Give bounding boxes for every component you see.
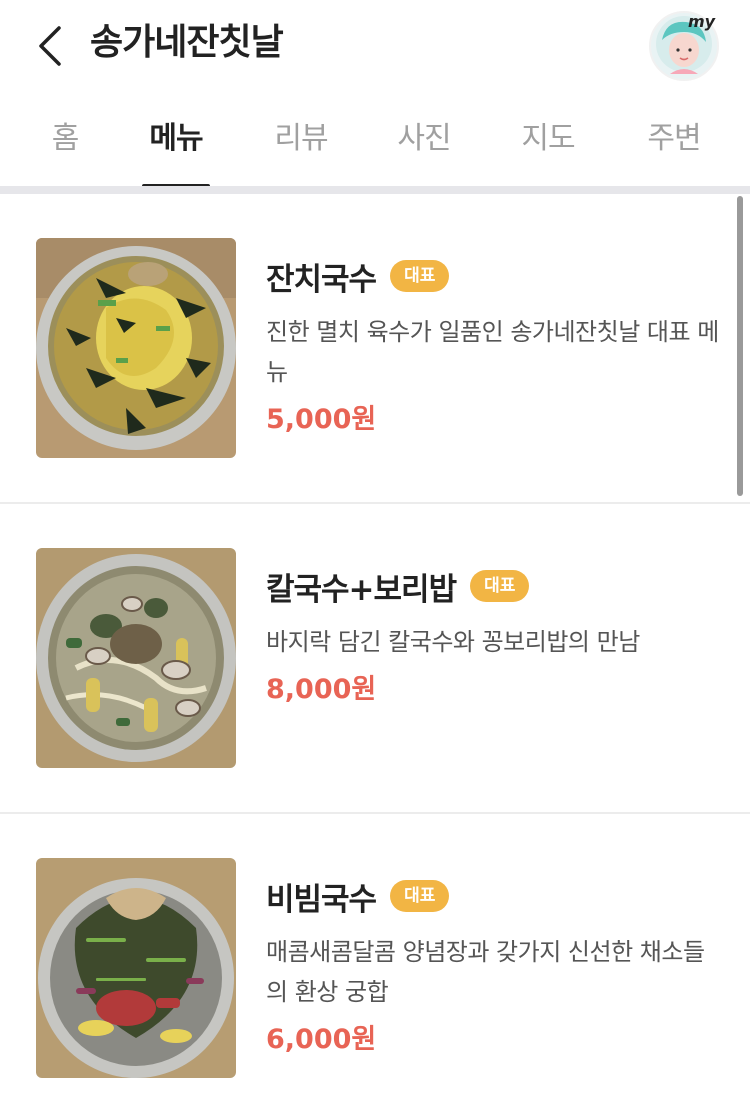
scrollbar[interactable] <box>737 196 743 496</box>
tab-photos[interactable]: 사진 <box>380 100 468 188</box>
menu-description: 바지락 담긴 칼국수와 꽁보리밥의 만남 <box>266 628 640 656</box>
menu-item[interactable]: 비빔국수 대표 매콤새콤달콤 양념장과 갖가지 신선한 채소들의 환상 궁합 6… <box>0 814 750 1112</box>
tab-divider <box>0 186 750 194</box>
menu-list: 잔치국수 대표 진한 멸치 육수가 일품인 송가네잔칫날 대표 메뉴 5,000… <box>0 194 750 1112</box>
tab-home[interactable]: 홈 <box>0 100 130 188</box>
signature-badge: 대표 <box>470 570 530 602</box>
menu-info: 칼국수+보리밥 대표 바지락 담긴 칼국수와 꽁보리밥의 만남 8,000원 <box>266 564 726 714</box>
menu-price: 6,000원 <box>266 1024 377 1055</box>
signature-badge: 대표 <box>390 880 450 912</box>
menu-name: 잔치국수 <box>266 261 377 298</box>
menu-info: 잔치국수 대표 진한 멸치 육수가 일품인 송가네잔칫날 대표 메뉴 5,000… <box>266 254 726 444</box>
menu-price: 5,000원 <box>266 404 377 435</box>
avatar: my <box>649 11 719 81</box>
menu-photo <box>36 548 236 768</box>
menu-description: 진한 멸치 육수가 일품인 송가네잔칫날 대표 메뉴 <box>266 318 719 386</box>
tab-nearby[interactable]: 주변 <box>628 100 720 188</box>
my-profile-button[interactable]: my <box>648 10 720 82</box>
menu-name: 비빔국수 <box>266 881 377 918</box>
menu-name-row: 비빔국수 대표 <box>266 874 726 918</box>
my-label: my <box>688 12 716 31</box>
page-title: 송가네잔칫날 <box>90 22 284 63</box>
menu-item[interactable]: 칼국수+보리밥 대표 바지락 담긴 칼국수와 꽁보리밥의 만남 8,000원 <box>0 504 750 814</box>
menu-name-row: 잔치국수 대표 <box>266 254 726 298</box>
menu-price: 8,000원 <box>266 674 377 705</box>
menu-description: 매콤새콤달콤 양념장과 갖가지 신선한 채소들의 환상 궁합 <box>266 938 705 1006</box>
tab-menu[interactable]: 메뉴 <box>130 100 222 188</box>
signature-badge: 대표 <box>390 260 450 292</box>
menu-name-row: 칼국수+보리밥 대표 <box>266 564 726 608</box>
menu-photo <box>36 858 236 1078</box>
menu-info: 비빔국수 대표 매콤새콤달콤 양념장과 갖가지 신선한 채소들의 환상 궁합 6… <box>266 874 726 1064</box>
tab-map[interactable]: 지도 <box>468 100 628 188</box>
menu-photo <box>36 238 236 458</box>
menu-name: 칼국수+보리밥 <box>266 571 457 608</box>
back-button[interactable] <box>28 22 72 70</box>
tab-reviews[interactable]: 리뷰 <box>222 100 380 188</box>
header: 송가네잔칫날 my <box>0 0 750 92</box>
menu-item[interactable]: 잔치국수 대표 진한 멸치 육수가 일품인 송가네잔칫날 대표 메뉴 5,000… <box>0 194 750 504</box>
app-screen: 송가네잔칫날 my 홈 메뉴 리뷰 사진 지도 주변 잔치국수 대표 진한 멸치… <box>0 0 750 1112</box>
chevron-left-icon <box>39 26 61 66</box>
tab-bar: 홈 메뉴 리뷰 사진 지도 주변 <box>0 100 750 188</box>
